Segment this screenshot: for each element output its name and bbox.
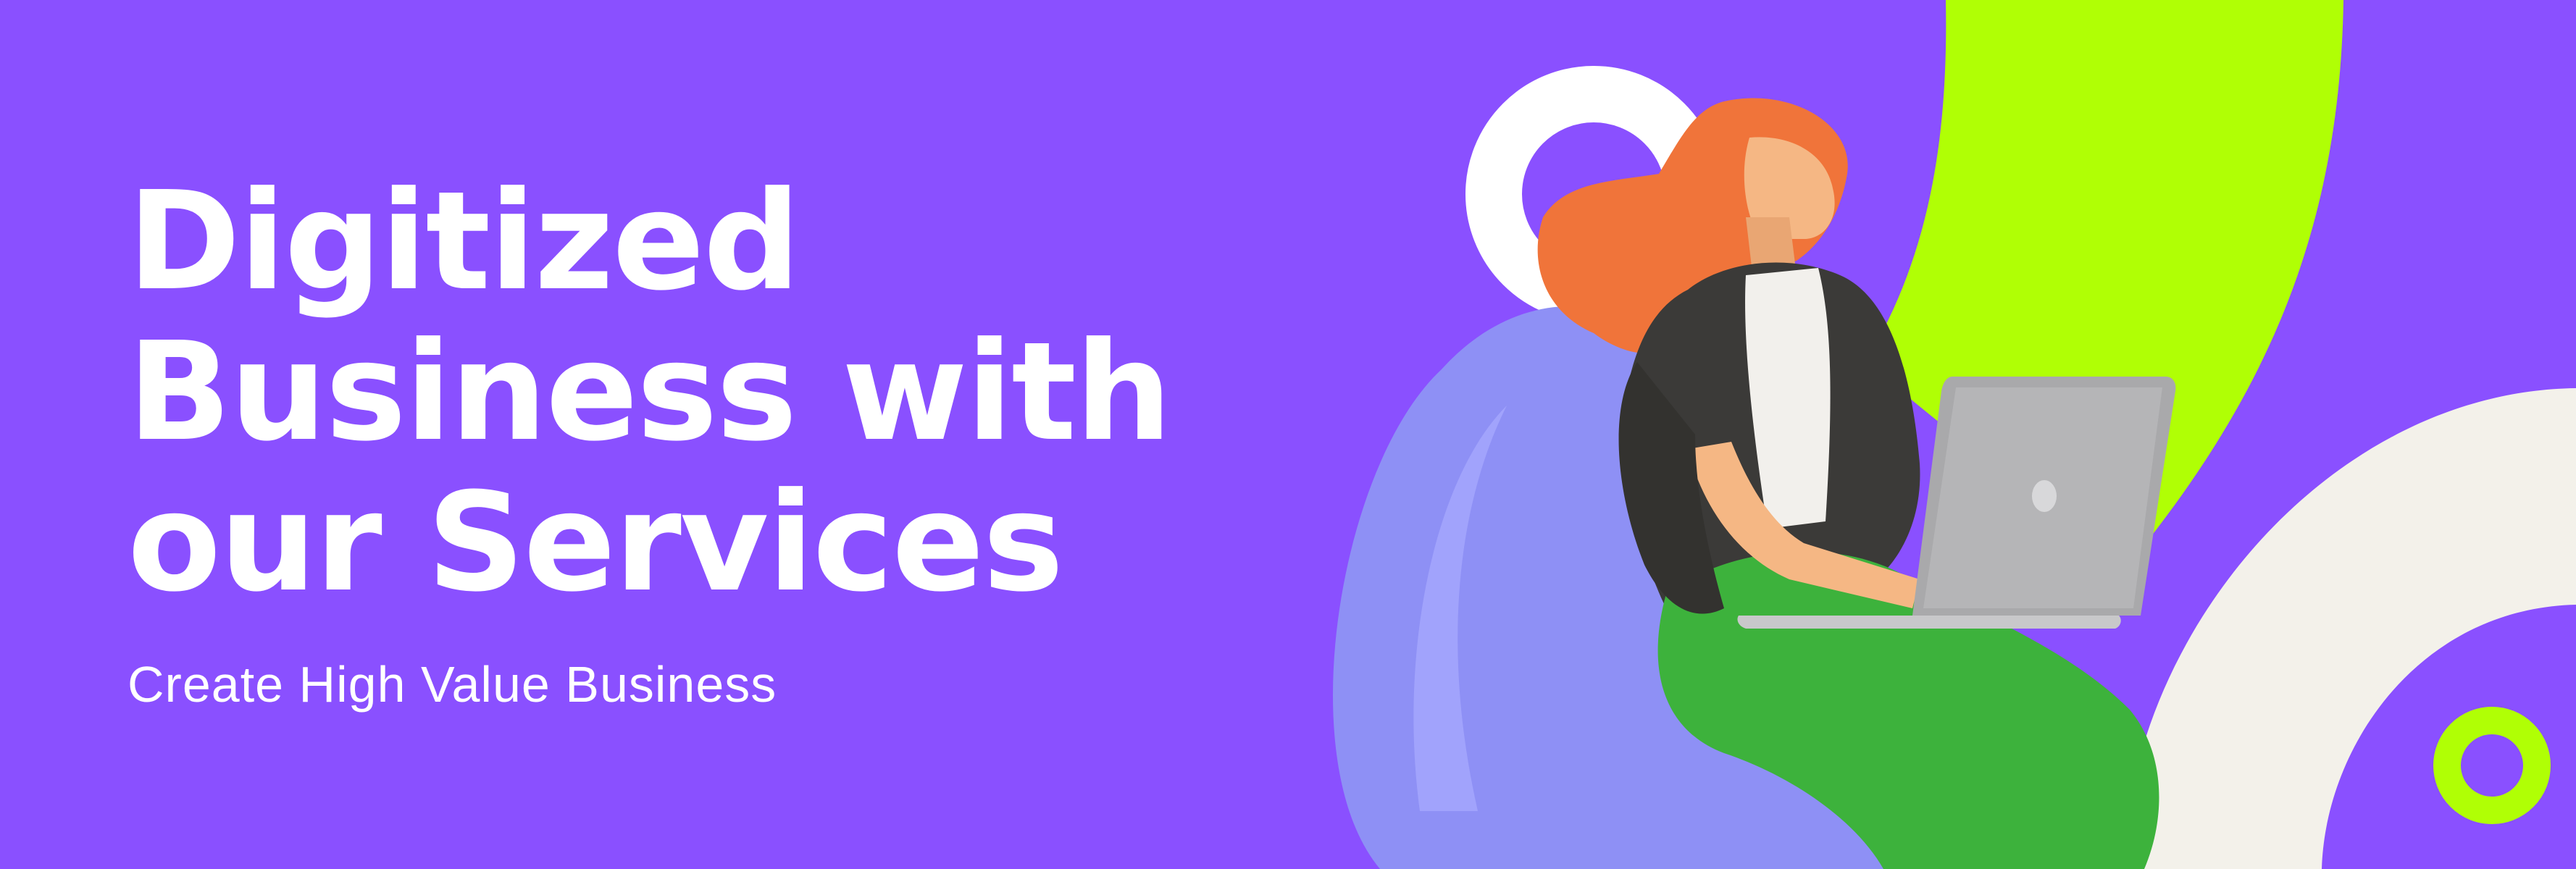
headline-line-3: our Services — [127, 463, 1064, 622]
headline: Digitized Business with our Services — [127, 167, 1272, 618]
hero-banner: Digitized Business with our Services Cre… — [0, 0, 2576, 869]
lime-ring-shape — [2433, 707, 2551, 824]
subtitle: Create High Value Business — [127, 656, 777, 713]
laptop-logo — [2032, 480, 2057, 512]
laptop-base — [1737, 616, 2121, 629]
headline-line-2: Business with — [127, 313, 1172, 471]
headline-line-1: Digitized — [127, 162, 800, 321]
